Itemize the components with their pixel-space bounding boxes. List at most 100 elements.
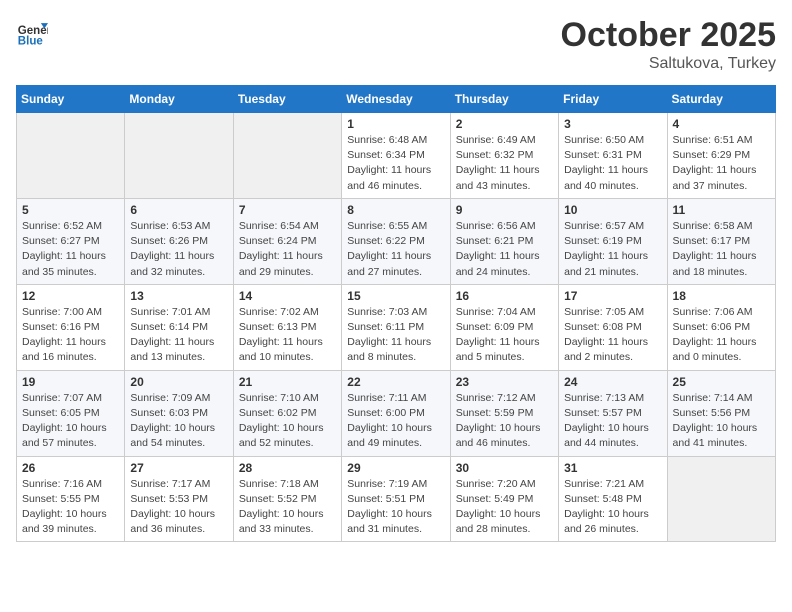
- day-info: Sunrise: 7:03 AMSunset: 6:11 PMDaylight:…: [347, 305, 444, 366]
- calendar-cell: 2 Sunrise: 6:49 AMSunset: 6:32 PMDaylight…: [450, 113, 558, 199]
- calendar-cell: 29 Sunrise: 7:19 AMSunset: 5:51 PMDayligh…: [342, 456, 450, 542]
- day-number: 11: [673, 203, 770, 217]
- calendar-location: Saltukova, Turkey: [561, 55, 776, 73]
- day-info: Sunrise: 7:11 AMSunset: 6:00 PMDaylight:…: [347, 391, 444, 452]
- title-block: October 2025 Saltukova, Turkey: [561, 16, 776, 73]
- day-info: Sunrise: 7:04 AMSunset: 6:09 PMDaylight:…: [456, 305, 553, 366]
- day-number: 4: [673, 117, 770, 131]
- calendar-cell: 11 Sunrise: 6:58 AMSunset: 6:17 PMDayligh…: [667, 198, 775, 284]
- logo: General Blue: [16, 16, 48, 48]
- page-header: General Blue October 2025 Saltukova, Tur…: [16, 16, 776, 73]
- calendar-cell: 26 Sunrise: 7:16 AMSunset: 5:55 PMDayligh…: [17, 456, 125, 542]
- day-number: 3: [564, 117, 661, 131]
- calendar-cell: 4 Sunrise: 6:51 AMSunset: 6:29 PMDaylight…: [667, 113, 775, 199]
- calendar-cell: 9Sunrise: 6:56 AMSunset: 6:21 PMDaylight…: [450, 198, 558, 284]
- week-row-1: 1Sunrise: 6:48 AMSunset: 6:34 PMDaylight…: [17, 113, 776, 199]
- week-row-5: 26 Sunrise: 7:16 AMSunset: 5:55 PMDayligh…: [17, 456, 776, 542]
- day-number: 21: [239, 375, 336, 389]
- day-number: 22: [347, 375, 444, 389]
- day-info: Sunrise: 7:12 AMSunset: 5:59 PMDaylight:…: [456, 391, 553, 452]
- day-info: Sunrise: 7:16 AMSunset: 5:55 PMDaylight:…: [22, 477, 119, 538]
- day-number: 30: [456, 461, 553, 475]
- calendar-cell: 13Sunrise: 7:01 AMSunset: 6:14 PMDayligh…: [125, 284, 233, 370]
- calendar-cell: 8 Sunrise: 6:55 AMSunset: 6:22 PMDaylight…: [342, 198, 450, 284]
- week-row-2: 5 Sunrise: 6:52 AMSunset: 6:27 PMDaylight…: [17, 198, 776, 284]
- column-header-thursday: Thursday: [450, 86, 558, 113]
- calendar-cell: 22 Sunrise: 7:11 AMSunset: 6:00 PMDayligh…: [342, 370, 450, 456]
- day-number: 29: [347, 461, 444, 475]
- day-info: Sunrise: 7:00 AMSunset: 6:16 PMDaylight:…: [22, 305, 119, 366]
- column-header-saturday: Saturday: [667, 86, 775, 113]
- day-number: 24: [564, 375, 661, 389]
- day-info: Sunrise: 7:01 AMSunset: 6:14 PMDaylight:…: [130, 305, 227, 366]
- day-number: 15: [347, 289, 444, 303]
- day-info: Sunrise: 7:19 AMSunset: 5:51 PMDaylight:…: [347, 477, 444, 538]
- day-number: 31: [564, 461, 661, 475]
- day-info: Sunrise: 7:18 AMSunset: 5:52 PMDaylight:…: [239, 477, 336, 538]
- day-info: Sunrise: 7:07 AMSunset: 6:05 PMDaylight:…: [22, 391, 119, 452]
- day-number: 5: [22, 203, 119, 217]
- day-number: 27: [130, 461, 227, 475]
- week-row-4: 19 Sunrise: 7:07 AMSunset: 6:05 PMDayligh…: [17, 370, 776, 456]
- day-number: 18: [673, 289, 770, 303]
- day-number: 1: [347, 117, 444, 131]
- calendar-cell: [125, 113, 233, 199]
- calendar-cell: 7 Sunrise: 6:54 AMSunset: 6:24 PMDaylight…: [233, 198, 341, 284]
- calendar-table: SundayMondayTuesdayWednesdayThursdayFrid…: [16, 85, 776, 542]
- day-info: Sunrise: 6:54 AMSunset: 6:24 PMDaylight:…: [239, 219, 336, 280]
- day-info: Sunrise: 6:51 AMSunset: 6:29 PMDaylight:…: [673, 133, 770, 194]
- day-info: Sunrise: 7:13 AMSunset: 5:57 PMDaylight:…: [564, 391, 661, 452]
- day-info: Sunrise: 7:21 AMSunset: 5:48 PMDaylight:…: [564, 477, 661, 538]
- column-header-monday: Monday: [125, 86, 233, 113]
- column-header-wednesday: Wednesday: [342, 86, 450, 113]
- calendar-cell: 5 Sunrise: 6:52 AMSunset: 6:27 PMDaylight…: [17, 198, 125, 284]
- day-number: 8: [347, 203, 444, 217]
- day-info: Sunrise: 6:50 AMSunset: 6:31 PMDaylight:…: [564, 133, 661, 194]
- calendar-cell: 12 Sunrise: 7:00 AMSunset: 6:16 PMDayligh…: [17, 284, 125, 370]
- day-info: Sunrise: 6:52 AMSunset: 6:27 PMDaylight:…: [22, 219, 119, 280]
- week-row-3: 12 Sunrise: 7:00 AMSunset: 6:16 PMDayligh…: [17, 284, 776, 370]
- calendar-cell: [667, 456, 775, 542]
- svg-text:Blue: Blue: [18, 35, 44, 47]
- day-number: 25: [673, 375, 770, 389]
- calendar-cell: 3 Sunrise: 6:50 AMSunset: 6:31 PMDaylight…: [559, 113, 667, 199]
- calendar-cell: 28 Sunrise: 7:18 AMSunset: 5:52 PMDayligh…: [233, 456, 341, 542]
- calendar-cell: 20 Sunrise: 7:09 AMSunset: 6:03 PMDayligh…: [125, 370, 233, 456]
- day-info: Sunrise: 7:02 AMSunset: 6:13 PMDaylight:…: [239, 305, 336, 366]
- day-info: Sunrise: 6:57 AMSunset: 6:19 PMDaylight:…: [564, 219, 661, 280]
- calendar-cell: 27 Sunrise: 7:17 AMSunset: 5:53 PMDayligh…: [125, 456, 233, 542]
- calendar-cell: [17, 113, 125, 199]
- calendar-cell: 15 Sunrise: 7:03 AMSunset: 6:11 PMDayligh…: [342, 284, 450, 370]
- day-info: Sunrise: 7:14 AMSunset: 5:56 PMDaylight:…: [673, 391, 770, 452]
- calendar-cell: 16Sunrise: 7:04 AMSunset: 6:09 PMDayligh…: [450, 284, 558, 370]
- day-info: Sunrise: 7:06 AMSunset: 6:06 PMDaylight:…: [673, 305, 770, 366]
- calendar-cell: 17Sunrise: 7:05 AMSunset: 6:08 PMDayligh…: [559, 284, 667, 370]
- day-number: 23: [456, 375, 553, 389]
- calendar-cell: 19 Sunrise: 7:07 AMSunset: 6:05 PMDayligh…: [17, 370, 125, 456]
- calendar-cell: 30Sunrise: 7:20 AMSunset: 5:49 PMDayligh…: [450, 456, 558, 542]
- day-number: 28: [239, 461, 336, 475]
- calendar-title: October 2025: [561, 16, 776, 55]
- day-number: 7: [239, 203, 336, 217]
- day-number: 19: [22, 375, 119, 389]
- day-info: Sunrise: 6:55 AMSunset: 6:22 PMDaylight:…: [347, 219, 444, 280]
- calendar-cell: 24 Sunrise: 7:13 AMSunset: 5:57 PMDayligh…: [559, 370, 667, 456]
- calendar-cell: 1Sunrise: 6:48 AMSunset: 6:34 PMDaylight…: [342, 113, 450, 199]
- calendar-cell: 10 Sunrise: 6:57 AMSunset: 6:19 PMDayligh…: [559, 198, 667, 284]
- day-number: 17: [564, 289, 661, 303]
- day-number: 20: [130, 375, 227, 389]
- day-number: 10: [564, 203, 661, 217]
- day-info: Sunrise: 6:56 AMSunset: 6:21 PMDaylight:…: [456, 219, 553, 280]
- day-info: Sunrise: 6:58 AMSunset: 6:17 PMDaylight:…: [673, 219, 770, 280]
- day-info: Sunrise: 6:49 AMSunset: 6:32 PMDaylight:…: [456, 133, 553, 194]
- calendar-cell: [233, 113, 341, 199]
- calendar-cell: 18 Sunrise: 7:06 AMSunset: 6:06 PMDayligh…: [667, 284, 775, 370]
- column-header-sunday: Sunday: [17, 86, 125, 113]
- day-number: 2: [456, 117, 553, 131]
- calendar-cell: 6Sunrise: 6:53 AMSunset: 6:26 PMDaylight…: [125, 198, 233, 284]
- day-info: Sunrise: 7:17 AMSunset: 5:53 PMDaylight:…: [130, 477, 227, 538]
- day-number: 26: [22, 461, 119, 475]
- day-number: 14: [239, 289, 336, 303]
- day-info: Sunrise: 7:09 AMSunset: 6:03 PMDaylight:…: [130, 391, 227, 452]
- day-number: 12: [22, 289, 119, 303]
